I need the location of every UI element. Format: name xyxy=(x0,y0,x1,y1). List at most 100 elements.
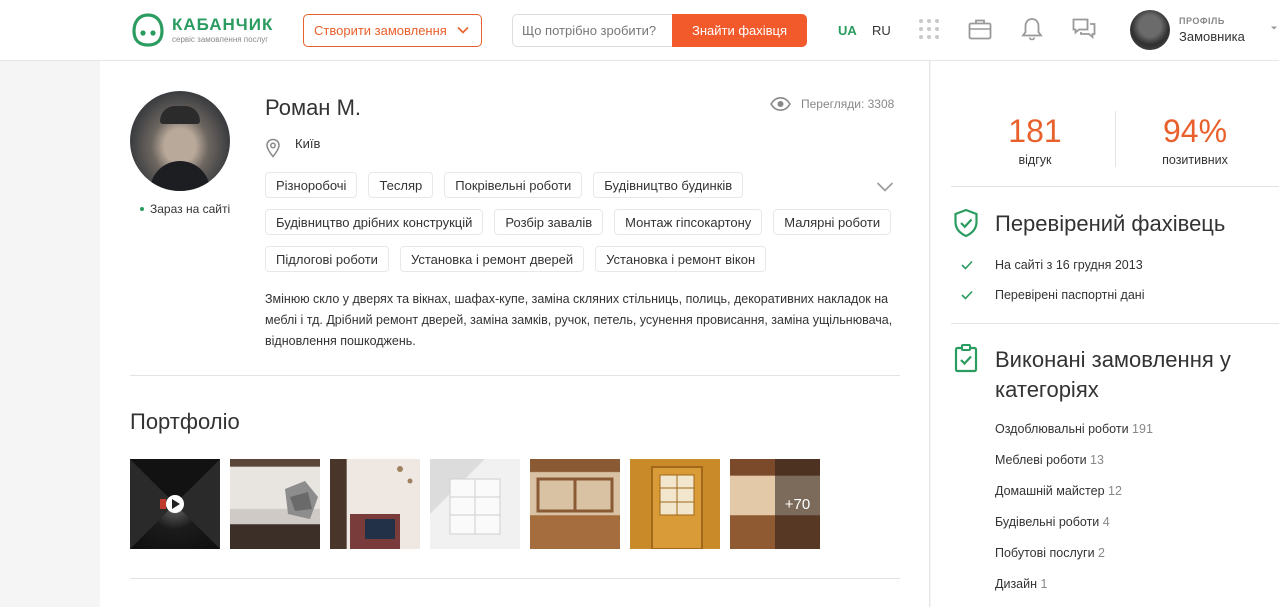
shield-check-icon xyxy=(954,208,978,238)
portfolio-photo[interactable] xyxy=(630,459,720,549)
category-tag[interactable]: Різноробочі xyxy=(265,172,358,198)
stats-sidebar: 181 відгук 94% позитивних Перевірений фа… xyxy=(931,61,1279,607)
category-tag[interactable]: Підлогові роботи xyxy=(265,246,389,272)
positive-stat: 94% позитивних xyxy=(1113,111,1277,167)
category-item[interactable]: Оздоблювальні роботи 191 xyxy=(995,421,1153,452)
location: Київ xyxy=(265,136,320,158)
category-count: 13 xyxy=(1090,453,1104,467)
completed-categories-list: Оздоблювальні роботи 191 Меблеві роботи … xyxy=(995,421,1153,607)
category-tag[interactable]: Будівництво дрібних конструкцій xyxy=(265,209,484,235)
portfolio-photo[interactable] xyxy=(330,459,420,549)
orders-title: Виконані замовлення у категоріях xyxy=(995,347,1231,402)
reviews-label: відгук xyxy=(1018,153,1052,167)
category-item[interactable]: Побутові послуги 2 xyxy=(995,545,1153,576)
photo-content xyxy=(536,477,614,513)
specialist-name: Роман М. xyxy=(265,95,362,120)
divider xyxy=(951,323,1279,324)
find-specialist-button[interactable]: Знайти фахівця xyxy=(672,14,807,47)
category-name: Меблеві роботи xyxy=(995,453,1087,467)
category-count: 2 xyxy=(1098,546,1105,560)
logo-name: КАБАНЧИК xyxy=(172,15,274,34)
user-avatar[interactable] xyxy=(1130,10,1170,50)
photo-content xyxy=(285,481,318,519)
positive-label: позитивних xyxy=(1162,153,1228,167)
lang-ru-link[interactable]: RU xyxy=(872,23,891,38)
create-order-label: Створити замовлення xyxy=(314,23,447,38)
verified-title: Перевірений фахівець xyxy=(995,211,1226,236)
portfolio-photo[interactable] xyxy=(530,459,620,549)
eye-icon xyxy=(770,97,791,111)
category-tag[interactable]: Покрівельні роботи xyxy=(444,172,583,198)
verified-item: Перевірені паспортні дані xyxy=(961,288,1145,302)
divider xyxy=(130,578,900,579)
views-counter: Перегляди: 3308 xyxy=(770,97,894,111)
online-dot-icon xyxy=(140,207,144,211)
logo[interactable]: КАБАНЧИК сервіс замовлення послуг xyxy=(130,12,273,48)
create-order-dropdown[interactable]: Створити замовлення xyxy=(303,14,482,47)
top-header: КАБАНЧИК сервіс замовлення послуг Створи… xyxy=(0,0,1279,61)
more-photos-count: +70 xyxy=(775,459,820,549)
category-name: Побутові послуги xyxy=(995,546,1095,560)
chevron-down-icon xyxy=(457,26,469,34)
check-icon xyxy=(961,260,973,270)
reviews-stat[interactable]: 181 відгук xyxy=(953,111,1117,167)
category-tag[interactable]: Установка і ремонт дверей xyxy=(399,246,585,272)
expand-tags-chevron-icon[interactable] xyxy=(876,181,894,193)
positive-percent: 94% xyxy=(1162,113,1228,149)
portfolio-photo[interactable] xyxy=(230,459,320,549)
tag-row: Різноробочі Тесляр Покрівельні роботи Бу… xyxy=(265,172,905,198)
specialist-description: Змінюю скло у дверях та вікнах, шафах-ку… xyxy=(265,292,893,348)
category-name: Дизайн xyxy=(995,577,1038,591)
category-count: 191 xyxy=(1132,422,1153,436)
specialist-avatar xyxy=(130,91,230,191)
category-item[interactable]: Будівельні роботи 4 xyxy=(995,514,1153,545)
divider xyxy=(130,375,900,376)
verified-item-text: Перевірені паспортні дані xyxy=(995,288,1145,302)
verified-item: На сайті з 16 грудня 2013 xyxy=(961,258,1143,272)
category-item[interactable]: Дизайн 1 xyxy=(995,576,1153,607)
category-name: Оздоблювальні роботи xyxy=(995,422,1129,436)
divider xyxy=(951,186,1279,187)
photo-content xyxy=(449,478,501,535)
category-count: 12 xyxy=(1108,484,1122,498)
play-icon xyxy=(166,495,184,513)
portfolio-title: Портфоліо xyxy=(130,409,240,434)
portfolio-more-photos[interactable]: +70 xyxy=(730,459,820,549)
tag-row: Підлогові роботи Установка і ремонт двер… xyxy=(265,246,905,272)
tag-row: Будівництво дрібних конструкцій Розбір з… xyxy=(265,209,905,235)
briefcase-icon[interactable] xyxy=(967,16,993,42)
category-item[interactable]: Меблеві роботи 13 xyxy=(995,452,1153,483)
portfolio-photo[interactable] xyxy=(430,459,520,549)
views-label: Перегляди: 3308 xyxy=(801,97,895,111)
portfolio-video-thumb[interactable] xyxy=(130,459,220,549)
category-tag[interactable]: Будівництво будинків xyxy=(593,172,744,198)
chat-icon[interactable] xyxy=(1071,16,1097,42)
profile-name[interactable]: Замовника xyxy=(1179,29,1245,44)
category-tag[interactable]: Розбір завалів xyxy=(494,209,604,235)
bell-icon[interactable] xyxy=(1019,16,1045,42)
profile-label: ПРОФІЛЬ xyxy=(1179,16,1225,26)
category-name: Будівельні роботи xyxy=(995,515,1100,529)
location-pin-icon xyxy=(266,138,280,158)
category-item[interactable]: Домашній майстер 12 xyxy=(995,483,1153,514)
city-name: Київ xyxy=(295,136,321,151)
category-count: 4 xyxy=(1102,515,1110,529)
search-input[interactable] xyxy=(512,14,672,47)
lang-ua-link[interactable]: UA xyxy=(838,23,857,38)
category-count: 1 xyxy=(1040,577,1048,591)
reviews-count: 181 xyxy=(1008,113,1062,149)
online-status-text: Зараз на сайті xyxy=(150,202,231,216)
category-tag[interactable]: Малярні роботи xyxy=(773,209,892,235)
category-tag[interactable]: Тесляр xyxy=(368,172,434,198)
photo-content xyxy=(350,466,413,549)
category-tag[interactable]: Установка і ремонт вікон xyxy=(595,246,767,272)
clipboard-check-icon xyxy=(954,344,978,373)
online-status: Зараз на сайті xyxy=(140,202,230,216)
verified-item-text: На сайті з 16 грудня 2013 xyxy=(995,258,1143,272)
category-name: Домашній майстер xyxy=(995,484,1105,498)
category-tag[interactable]: Монтаж гіпсокартону xyxy=(614,209,763,235)
apps-grid-icon[interactable] xyxy=(916,16,942,42)
photo-content xyxy=(651,466,703,549)
caret-down-icon[interactable] xyxy=(1270,24,1278,32)
check-icon xyxy=(961,290,973,300)
